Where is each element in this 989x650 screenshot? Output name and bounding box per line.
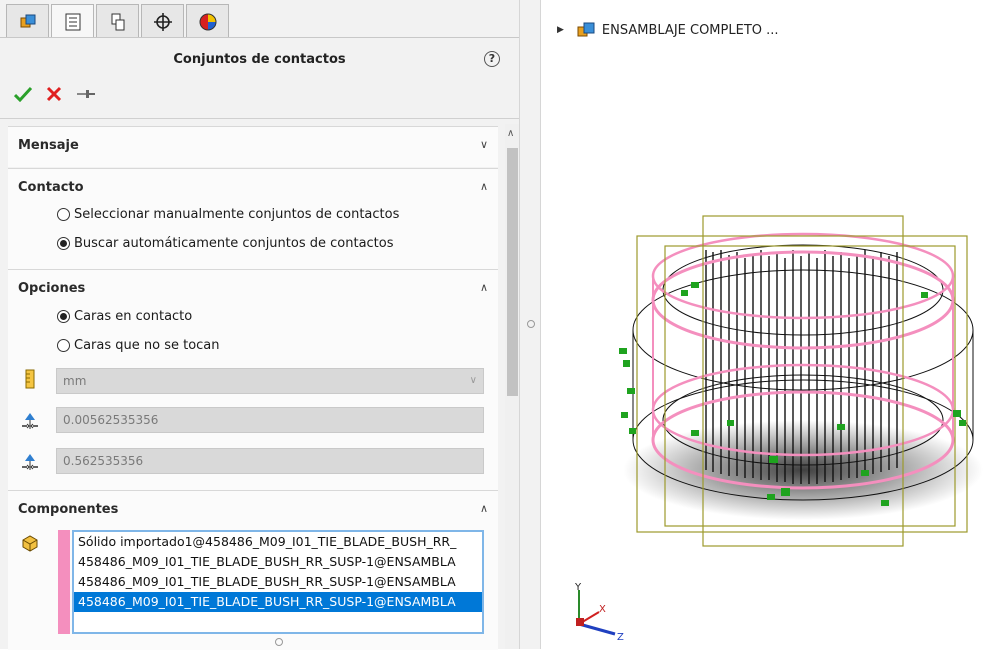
manager-tabs	[6, 4, 231, 38]
configuration-icon	[111, 13, 124, 30]
display-manager-tab[interactable]	[186, 4, 229, 38]
radio-faces-not-touching[interactable]: Caras que no se tocan	[57, 338, 220, 353]
tolerance-field-2[interactable]: 0.562535356	[56, 448, 484, 474]
radio-faces-in-contact[interactable]: Caras en contacto	[57, 309, 192, 324]
ok-button[interactable]	[14, 86, 32, 102]
action-bar	[14, 86, 96, 102]
radio-label: Buscar automáticamente conjuntos de cont…	[74, 236, 394, 251]
list-item[interactable]: Sólido importado1@458486_M09_I01_TIE_BLA…	[74, 532, 482, 552]
panel-scrollbar[interactable]: ∧	[505, 124, 519, 649]
help-icon[interactable]: ?	[484, 51, 500, 67]
chevron-down-icon: ∨	[469, 375, 477, 386]
group-mensaje-title: Mensaje	[18, 138, 79, 153]
group-contacto-title: Contacto	[18, 180, 84, 195]
radio-label: Caras en contacto	[74, 309, 193, 324]
resize-grip[interactable]	[275, 638, 283, 646]
property-list-icon	[65, 13, 80, 30]
crosshair-icon	[153, 12, 172, 31]
radio-button[interactable]	[57, 237, 70, 250]
chevron-up-icon[interactable]: ∧	[480, 502, 488, 515]
appearance-pie-icon	[199, 13, 216, 30]
axis-y-label: Y	[574, 582, 582, 593]
configuration-manager-tab[interactable]	[96, 4, 139, 38]
tolerance-value-1: 0.00562535356	[63, 413, 159, 427]
tab-divider	[0, 37, 519, 38]
distance-tolerance-icon	[22, 454, 38, 470]
pushpin-button[interactable]	[76, 87, 96, 101]
splitter-grip[interactable]	[527, 320, 535, 328]
radio-auto-find[interactable]: Buscar automáticamente conjuntos de cont…	[57, 236, 394, 251]
radio-label: Caras que no se tocan	[74, 338, 220, 353]
assembly-icon	[20, 14, 35, 27]
list-item-selected[interactable]: 458486_M09_I01_TIE_BLADE_BUSH_RR_SUSP-1@…	[74, 592, 482, 612]
radio-manual-select[interactable]: Seleccionar manualmente conjuntos de con…	[57, 207, 399, 222]
radio-button[interactable]	[57, 339, 70, 352]
axis-z-label: Z	[617, 632, 624, 643]
ruler-icon	[25, 369, 35, 389]
chevron-up-icon[interactable]: ∧	[480, 281, 488, 294]
scrollbar-thumb[interactable]	[507, 148, 518, 396]
list-item[interactable]: 458486_M09_I01_TIE_BLADE_BUSH_RR_SUSP-1@…	[74, 572, 482, 592]
unit-select[interactable]: mm ∨	[56, 368, 484, 394]
component-icon	[22, 535, 38, 552]
feature-manager-tab[interactable]	[6, 4, 49, 38]
scroll-up-icon[interactable]: ∧	[507, 128, 514, 139]
unit-value: mm	[63, 374, 87, 388]
radio-button[interactable]	[57, 208, 70, 221]
cancel-button[interactable]	[46, 86, 62, 102]
distance-tolerance-icon	[22, 413, 38, 429]
coordinate-triad: Y X Z	[574, 582, 624, 643]
radio-label: Seleccionar manualmente conjuntos de con…	[74, 207, 400, 222]
page-title: Conjuntos de contactos	[173, 52, 346, 67]
property-manager-tab[interactable]	[51, 4, 94, 38]
tolerance-value-2: 0.562535356	[63, 454, 144, 468]
axis-x-label: X	[599, 604, 606, 615]
header-separator	[0, 118, 519, 119]
components-list[interactable]: Sólido importado1@458486_M09_I01_TIE_BLA…	[72, 530, 484, 634]
property-manager-panel: Conjuntos de contactos ? Mensaje ∨ Conta…	[0, 0, 519, 650]
list-item[interactable]: 458486_M09_I01_TIE_BLADE_BUSH_RR_SUSP-1@…	[74, 552, 482, 572]
chevron-up-icon[interactable]: ∧	[480, 180, 488, 193]
radio-button[interactable]	[57, 310, 70, 323]
selection-color-swatch	[58, 530, 70, 634]
chevron-down-icon[interactable]: ∨	[480, 138, 488, 151]
tolerance-field-1[interactable]: 0.00562535356	[56, 407, 484, 433]
group-opciones-title: Opciones	[18, 281, 86, 296]
dimxpert-tab[interactable]	[141, 4, 184, 38]
group-mensaje: Mensaje ∨	[8, 126, 498, 167]
panel-splitter[interactable]	[519, 0, 541, 649]
group-componentes-title: Componentes	[18, 502, 119, 517]
model-view[interactable]: Y X Z	[541, 0, 989, 649]
